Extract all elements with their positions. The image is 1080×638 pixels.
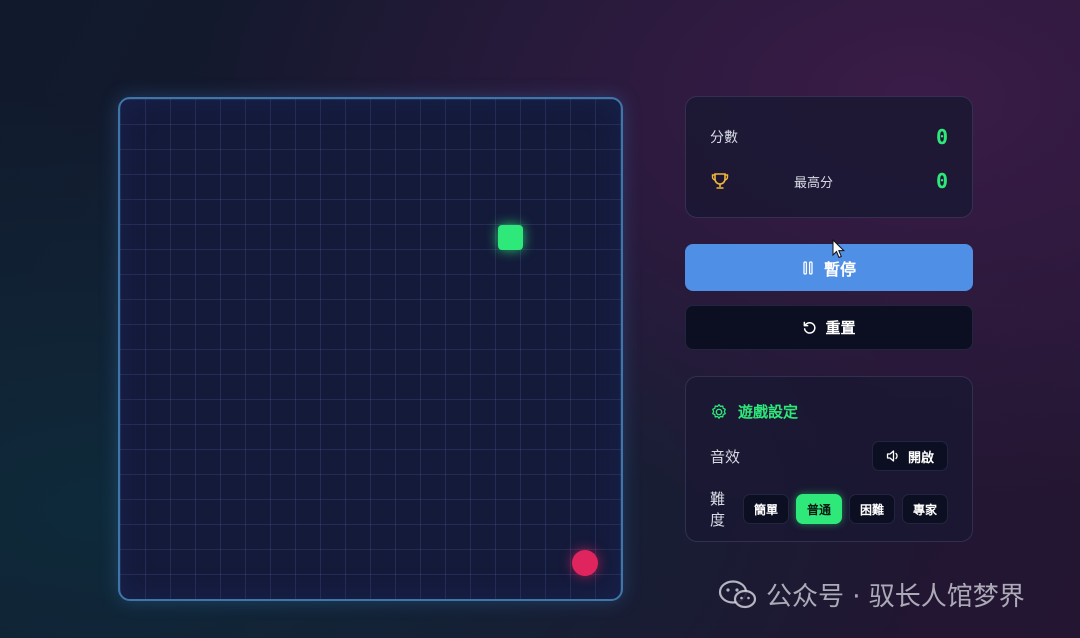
reset-icon — [802, 320, 817, 335]
high-score-label: 最高分 — [794, 175, 834, 191]
difficulty-options: 簡單 普通 困難 專家 — [743, 494, 948, 524]
reset-button[interactable]: 重置 — [685, 305, 973, 350]
speaker-icon — [886, 449, 902, 463]
trophy-icon — [710, 171, 732, 191]
sound-label: 音效 — [710, 447, 741, 466]
mouse-cursor-icon — [832, 238, 846, 263]
score-label: 分數 — [710, 130, 738, 146]
sound-value: 開啟 — [907, 450, 934, 466]
reset-label: 重置 — [825, 319, 856, 337]
score-row: 分數 0 — [710, 125, 948, 149]
difficulty-row: 難度 簡單 普通 困難 專家 — [710, 488, 948, 530]
difficulty-normal[interactable]: 普通 — [796, 494, 842, 524]
sound-toggle[interactable]: 開啟 — [872, 441, 948, 471]
wechat-icon — [718, 579, 758, 611]
difficulty-label: 難度 — [710, 490, 726, 529]
watermark: 公众号 · 驭长人馆梦界 — [718, 576, 1025, 613]
food-item — [572, 550, 598, 576]
high-score-row: 最高分 0 — [710, 169, 948, 193]
game-board[interactable] — [118, 97, 623, 601]
difficulty-easy[interactable]: 簡單 — [743, 494, 789, 524]
difficulty-hard[interactable]: 困難 — [849, 494, 895, 524]
gear-icon — [710, 403, 728, 421]
sound-row: 音效 開啟 — [710, 441, 948, 471]
settings-title: 遊戲設定 — [738, 403, 799, 421]
difficulty-expert[interactable]: 專家 — [902, 494, 948, 524]
settings-panel: 遊戲設定 音效 開啟 難度 簡單 普通 困難 專家 — [685, 376, 973, 542]
score-panel: 分數 0 最高分 0 — [685, 96, 973, 218]
pause-icon — [802, 260, 814, 275]
score-value: 0 — [935, 125, 948, 149]
settings-header: 遊戲設定 — [710, 401, 948, 422]
snake-head — [498, 225, 523, 250]
pause-button[interactable]: 暫停 — [685, 244, 973, 291]
watermark-text: 公众号 · 驭长人馆梦界 — [766, 582, 1025, 612]
high-score-value: 0 — [935, 169, 948, 193]
